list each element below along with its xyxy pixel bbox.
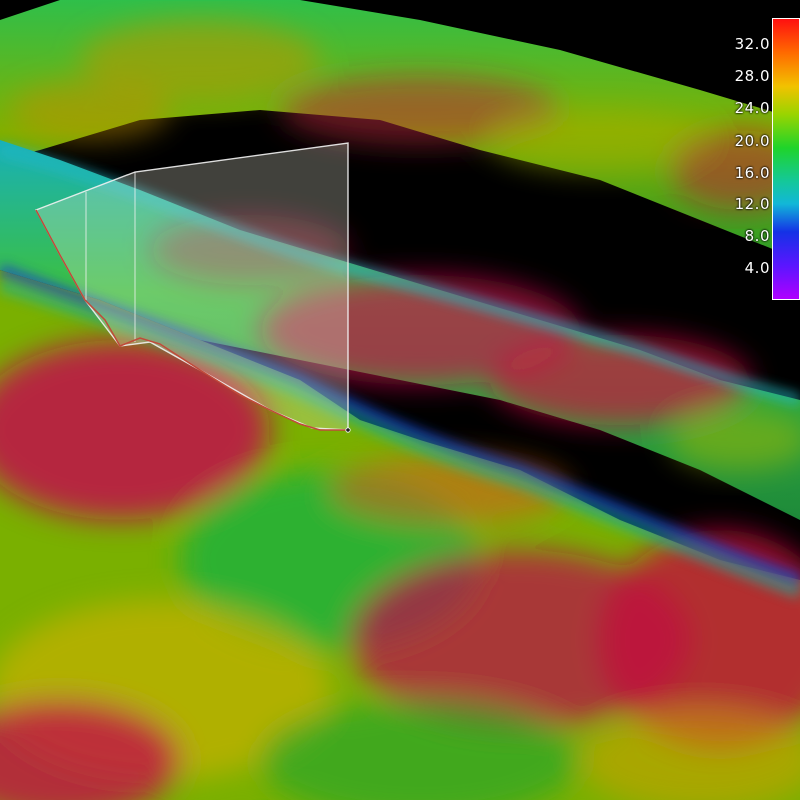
legend-tick-label: 8.0 [744, 227, 770, 245]
legend-tick-label: 24.0 [734, 99, 770, 117]
legend-tick-label: 16.0 [734, 164, 770, 182]
color-scale-legend: 32.0 28.0 24.0 20.0 16.0 12.0 8.0 4.0 [724, 18, 800, 302]
legend-tick-label: 28.0 [734, 67, 770, 85]
color-scale-bar [772, 18, 800, 300]
profile-end-marker[interactable] [345, 427, 351, 433]
terrain-3d-view[interactable] [0, 0, 800, 800]
legend-tick-label: 20.0 [734, 132, 770, 150]
legend-tick-label: 12.0 [734, 195, 770, 213]
legend-tick-label: 4.0 [744, 259, 770, 277]
legend-tick-label: 32.0 [734, 35, 770, 53]
